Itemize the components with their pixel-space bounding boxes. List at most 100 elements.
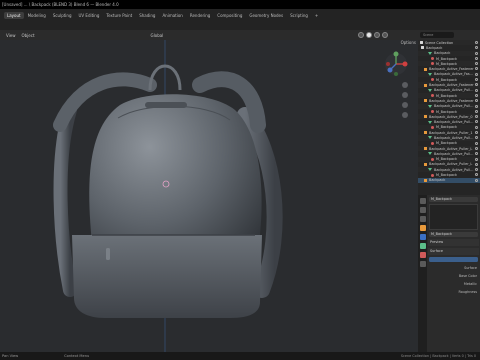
hand-icon <box>402 92 408 98</box>
visibility-eye-icon[interactable] <box>475 173 478 177</box>
render-tab-icon[interactable] <box>419 207 426 213</box>
visibility-eye-icon[interactable] <box>475 178 478 182</box>
mesh-icon <box>428 88 432 92</box>
material-slot-list[interactable] <box>429 204 478 230</box>
outliner-row-label: M_Backpack <box>436 93 457 98</box>
visibility-eye-icon[interactable] <box>475 168 478 172</box>
material-icon <box>431 62 434 66</box>
rendered-shading-button[interactable] <box>382 32 388 38</box>
surface-shader-field[interactable] <box>429 257 478 262</box>
zoom-icon <box>402 82 408 88</box>
workspace-tab[interactable]: Compositing <box>214 12 245 19</box>
visibility-eye-icon[interactable] <box>475 83 478 87</box>
collection-icon <box>420 41 423 45</box>
visibility-eye-icon[interactable] <box>475 51 478 55</box>
visibility-eye-icon[interactable] <box>475 62 478 66</box>
outliner-row-label: M_Backpack <box>436 61 457 66</box>
outliner-row-label: Backpack_Active_Pull... <box>434 167 474 172</box>
visibility-eye-icon[interactable] <box>475 109 478 113</box>
material-tab-icon[interactable] <box>419 252 426 258</box>
workspace-tab[interactable]: Geometry Nodes <box>246 12 286 19</box>
object-icon <box>424 83 427 87</box>
modifier-tab-icon[interactable] <box>419 234 426 240</box>
visibility-eye-icon[interactable] <box>475 146 478 150</box>
visibility-eye-icon[interactable] <box>475 93 478 97</box>
mesh-icon <box>428 168 432 172</box>
visibility-eye-icon[interactable] <box>475 136 478 140</box>
outliner-row-label: Backpack_Active_Pull... <box>434 104 474 109</box>
material-name-field[interactable]: M_Backpack <box>429 232 478 237</box>
workspace-tab[interactable]: Animation <box>159 12 185 19</box>
object-icon <box>424 178 427 182</box>
workspace-tab[interactable]: Scripting <box>287 12 311 19</box>
material-icon <box>431 57 434 61</box>
visibility-eye-icon[interactable] <box>475 131 478 135</box>
outliner-row-label: M_Backpack <box>436 77 457 82</box>
outliner-row-label: Backpack_Active_Fastener <box>429 98 474 103</box>
mesh-icon <box>428 104 432 108</box>
visibility-eye-icon[interactable] <box>475 56 478 60</box>
visibility-eye-icon[interactable] <box>475 157 478 161</box>
data-tab-icon[interactable] <box>419 243 426 249</box>
workspace-tab[interactable]: Modeling <box>25 12 49 19</box>
object-tab-icon[interactable] <box>419 225 426 231</box>
status-pan-view: Pan View <box>2 354 19 358</box>
solid-shading-button[interactable] <box>366 32 372 38</box>
shader-field-label: Base Color <box>458 274 477 278</box>
visibility-eye-icon[interactable] <box>475 72 478 76</box>
outliner-row-label: M_Backpack <box>436 157 457 162</box>
object-menu[interactable]: Object <box>22 33 35 38</box>
workspace-tab[interactable]: UV Editing <box>76 12 103 19</box>
visibility-eye-icon[interactable] <box>475 115 478 119</box>
visibility-eye-icon[interactable] <box>475 46 478 50</box>
options-menu[interactable]: Options <box>401 40 416 45</box>
outliner-row-label: M_Backpack <box>436 56 457 61</box>
wireframe-shading-button[interactable] <box>358 32 364 38</box>
visibility-eye-icon[interactable] <box>475 104 478 108</box>
outliner-row-label: Backpack_Active_Puller_L <box>429 162 473 167</box>
mesh-icon <box>428 51 432 55</box>
visibility-eye-icon[interactable] <box>475 162 478 166</box>
outliner-row[interactable]: Backpack <box>418 177 480 184</box>
material-icon <box>431 173 434 177</box>
workspace-tab[interactable]: Texture Paint <box>103 12 135 19</box>
mesh-icon <box>428 136 432 140</box>
visibility-eye-icon[interactable] <box>475 78 478 82</box>
tool-tab-icon[interactable] <box>419 198 426 204</box>
workspace-tab[interactable]: Rendering <box>187 12 213 19</box>
workspace-tab[interactable]: + <box>312 12 321 19</box>
material-shading-button[interactable] <box>374 32 380 38</box>
object-name-field[interactable]: M_Backpack <box>429 197 478 202</box>
visibility-eye-icon[interactable] <box>475 67 478 71</box>
workspace-tab[interactable]: Layout <box>4 11 24 19</box>
left-strap <box>53 103 77 297</box>
world-tab-icon[interactable] <box>419 261 426 267</box>
visibility-eye-icon[interactable] <box>475 41 478 44</box>
visibility-eye-icon[interactable] <box>475 152 478 156</box>
visibility-eye-icon[interactable] <box>475 99 478 103</box>
preview-panel[interactable]: Preview <box>428 239 479 246</box>
visibility-eye-icon[interactable] <box>475 141 478 145</box>
outliner-row-label: Backpack_Active_Puller_L <box>429 146 473 151</box>
z-axis-icon <box>387 67 393 73</box>
outliner-row-label: Backpack_Active_Pull... <box>434 88 474 93</box>
visibility-eye-icon[interactable] <box>475 88 478 92</box>
surface-panel[interactable]: Surface <box>428 248 479 255</box>
visibility-eye-icon[interactable] <box>475 120 478 124</box>
orientation-dropdown[interactable]: Global <box>151 33 164 38</box>
workspace-tabs: Layout Modeling Sculpting UV Editing Texture… <box>0 9 420 21</box>
outliner-row-label: M_Backpack <box>436 141 457 146</box>
outliner-row-label: Backpack_Active_Puller_1 <box>429 130 473 135</box>
output-tab-icon[interactable] <box>419 216 426 222</box>
3d-viewport[interactable]: Options <box>0 40 418 352</box>
outliner-row-label: Backpack <box>429 178 446 183</box>
object-icon <box>424 99 427 103</box>
properties-tabs <box>418 195 427 352</box>
zipper-pull <box>145 102 187 108</box>
view-menu[interactable]: View <box>6 33 16 38</box>
outliner-search[interactable]: Scene <box>420 32 454 38</box>
visibility-eye-icon[interactable] <box>475 125 478 129</box>
workspace-tab[interactable]: Shading <box>136 12 158 19</box>
material-icon <box>431 157 434 161</box>
workspace-tab[interactable]: Sculpting <box>50 12 75 19</box>
